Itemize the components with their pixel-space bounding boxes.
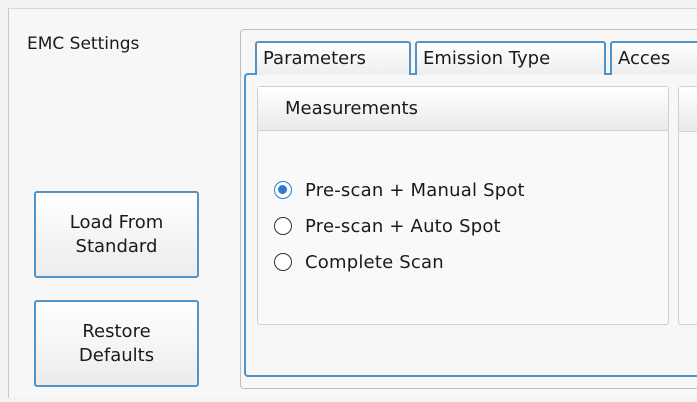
tab-label: Acces bbox=[618, 48, 671, 69]
restore-button-label-line2: Defaults bbox=[78, 344, 155, 366]
load-button-label-line2: Standard bbox=[75, 235, 158, 257]
load-from-standard-button[interactable]: Load From Standard bbox=[34, 191, 199, 278]
radio-selected-icon[interactable] bbox=[274, 181, 292, 199]
tab-label: Emission Type bbox=[423, 48, 551, 69]
measurements-header: Measurements bbox=[258, 87, 668, 131]
restore-defaults-button[interactable]: Restore Defaults bbox=[34, 300, 199, 387]
tab-label: Parameters bbox=[263, 48, 367, 69]
tab-parameters[interactable]: Parameters bbox=[255, 41, 411, 75]
load-button-label-line1: Load From bbox=[69, 211, 164, 233]
radio-label: Pre-scan + Auto Spot bbox=[305, 215, 501, 237]
adjacent-group-header bbox=[679, 87, 697, 132]
tab-emission-type[interactable]: Emission Type bbox=[415, 41, 606, 75]
page-title: EMC Settings bbox=[27, 34, 140, 54]
radio-unselected-icon[interactable] bbox=[274, 253, 292, 271]
radio-pre-scan-manual-spot[interactable]: Pre-scan + Manual Spot bbox=[274, 175, 525, 205]
radio-pre-scan-auto-spot[interactable]: Pre-scan + Auto Spot bbox=[274, 211, 501, 241]
restore-button-label-line1: Restore bbox=[82, 320, 151, 342]
radio-complete-scan[interactable]: Complete Scan bbox=[274, 247, 444, 277]
measurements-group: Measurements Pre-scan + Manual Spot Pre-… bbox=[257, 86, 669, 325]
adjacent-group-partial bbox=[678, 86, 697, 325]
radio-label: Pre-scan + Manual Spot bbox=[305, 179, 525, 201]
radio-label: Complete Scan bbox=[305, 251, 444, 273]
tab-access[interactable]: Acces bbox=[610, 41, 697, 75]
radio-unselected-icon[interactable] bbox=[274, 217, 292, 235]
